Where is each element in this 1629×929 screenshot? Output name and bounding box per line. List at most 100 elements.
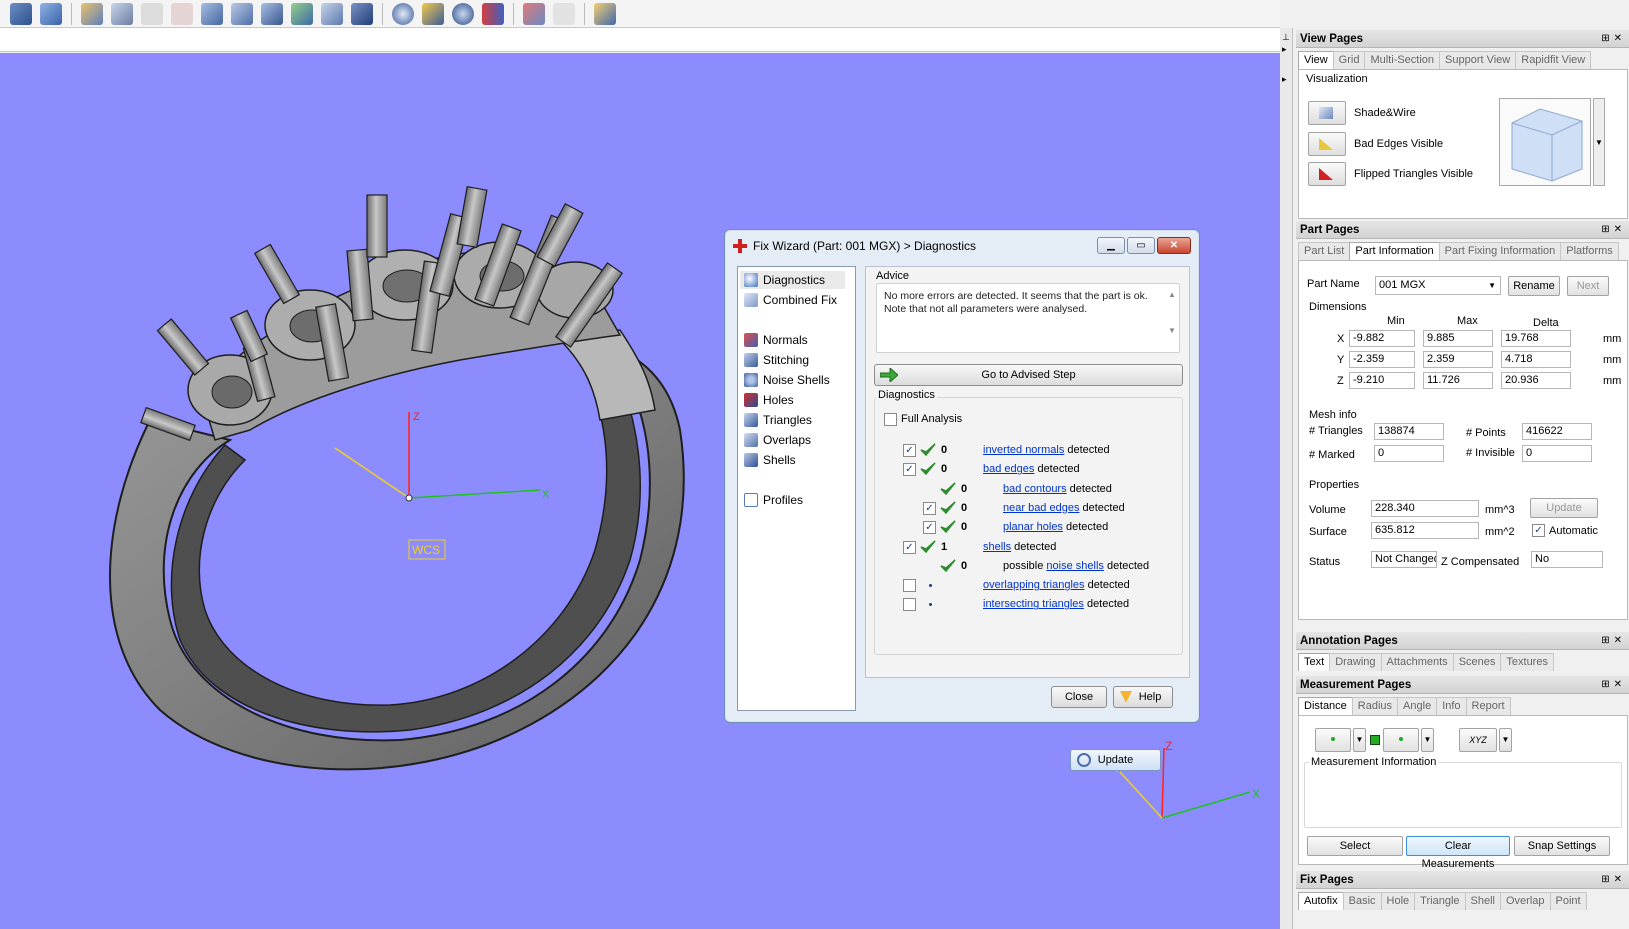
view-cube-preview[interactable] <box>1499 98 1591 186</box>
nav-item-combined-fix[interactable]: Combined Fix <box>744 291 837 309</box>
point-a-button[interactable] <box>1315 728 1351 752</box>
tab-part-fixing-information[interactable]: Part Fixing Information <box>1438 242 1562 260</box>
tab-radius[interactable]: Radius <box>1351 697 1399 715</box>
tab-autofix[interactable]: Autofix <box>1298 892 1344 910</box>
diagnostic-link[interactable]: overlapping triangles <box>983 579 1085 591</box>
tab-support-view[interactable]: Support View <box>1439 51 1517 69</box>
arrow-right-icon[interactable]: ▸ <box>1282 44 1287 55</box>
tab-overlap[interactable]: Overlap <box>1499 892 1551 910</box>
tab-view[interactable]: View <box>1298 51 1334 69</box>
tab-text[interactable]: Text <box>1298 653 1331 671</box>
panel-controls[interactable]: ⊞✕ <box>1601 632 1626 650</box>
cube-view-icon[interactable] <box>594 2 616 25</box>
select-button[interactable]: Select <box>1307 836 1403 856</box>
link-tool-icon[interactable] <box>482 2 504 25</box>
diagnostic-checkbox[interactable]: ✓ <box>903 540 916 554</box>
tab-shell[interactable]: Shell <box>1464 892 1501 910</box>
view-cube-dropdown[interactable]: ▼ <box>1593 98 1605 186</box>
diagnostic-link[interactable]: shells <box>983 541 1011 553</box>
cube-tool-icon[interactable] <box>351 2 373 25</box>
tab-rapidfit-view[interactable]: Rapidfit View <box>1515 51 1592 69</box>
tab-triangle[interactable]: Triangle <box>1414 892 1466 910</box>
panel-controls[interactable]: ⊞✕ <box>1601 221 1626 239</box>
measure-tool-icon[interactable] <box>523 2 545 25</box>
tab-point[interactable]: Point <box>1549 892 1587 910</box>
nav-item-normals[interactable]: Normals <box>744 331 808 349</box>
point-b-button[interactable] <box>1383 728 1419 752</box>
layer-tool-icon[interactable] <box>231 2 253 25</box>
tab-grid[interactable]: Grid <box>1332 51 1366 69</box>
diagnostic-link[interactable]: near bad edges <box>1003 502 1079 514</box>
bad-edges-visible-button[interactable] <box>1308 132 1346 156</box>
shade-wire-button[interactable] <box>1308 101 1346 125</box>
tab-angle[interactable]: Angle <box>1397 697 1438 715</box>
arrow-right-icon[interactable]: ▸ <box>1282 74 1287 85</box>
go-to-advised-step-button[interactable]: Go to Advised Step <box>874 364 1183 386</box>
diagnostic-checkbox[interactable] <box>903 579 916 593</box>
nav-item-overlaps[interactable]: Overlaps <box>744 431 811 449</box>
flipped-triangles-visible-button[interactable] <box>1308 162 1346 186</box>
nav-item-profiles[interactable]: Profiles <box>744 491 803 509</box>
diagnostic-link[interactable]: noise shells <box>1046 560 1103 572</box>
maximize-button[interactable]: ▭ <box>1127 237 1155 254</box>
pin-icon[interactable]: ⊥ <box>1282 32 1290 43</box>
open-part-icon[interactable] <box>40 2 62 25</box>
xyz-dropdown[interactable]: ▼ <box>1499 728 1512 752</box>
nav-item-stitching[interactable]: Stitching <box>744 351 809 369</box>
tab-hole[interactable]: Hole <box>1380 892 1416 910</box>
dimension-delta-field[interactable]: 20.936 <box>1501 372 1571 389</box>
dimension-delta-field[interactable]: 4.718 <box>1501 351 1571 368</box>
help-button[interactable]: Help <box>1113 686 1173 708</box>
diagnostic-link[interactable]: inverted normals <box>983 444 1064 456</box>
wizard-icon[interactable] <box>81 2 103 25</box>
diagnostic-checkbox[interactable]: ✓ <box>903 463 916 477</box>
full-analysis-checkbox[interactable] <box>884 413 897 426</box>
close-window-button[interactable]: ✕ <box>1157 237 1191 254</box>
new-part-icon[interactable] <box>10 2 32 25</box>
extrude-tool-icon[interactable] <box>291 2 313 25</box>
nav-item-shells[interactable]: Shells <box>744 451 796 469</box>
point-a-dropdown[interactable]: ▼ <box>1353 728 1366 752</box>
panel-controls[interactable]: ⊞✕ <box>1601 676 1626 694</box>
diagnostic-link[interactable]: bad edges <box>983 463 1034 475</box>
update-properties-button[interactable]: Update <box>1530 498 1598 518</box>
panel-controls[interactable]: ⊞✕ <box>1601 30 1626 48</box>
box-tool-icon[interactable] <box>201 2 223 25</box>
tab-report[interactable]: Report <box>1465 697 1511 715</box>
dimension-max-field[interactable]: 11.726 <box>1423 372 1493 389</box>
dimension-min-field[interactable]: -2.359 <box>1349 351 1415 368</box>
nav-item-noise-shells[interactable]: Noise Shells <box>744 371 830 389</box>
surface-tool-icon[interactable] <box>321 2 343 25</box>
tab-basic[interactable]: Basic <box>1342 892 1382 910</box>
tab-multi-section[interactable]: Multi-Section <box>1364 51 1441 69</box>
tab-distance[interactable]: Distance <box>1298 697 1353 715</box>
diagnostic-checkbox[interactable]: ✓ <box>923 501 936 515</box>
update-button[interactable]: Update <box>1070 749 1161 771</box>
advice-scrollbar[interactable]: ▲ ▼ <box>1167 290 1177 342</box>
tab-part-list[interactable]: Part List <box>1298 242 1351 260</box>
dimension-max-field[interactable]: 2.359 <box>1423 351 1493 368</box>
nav-item-triangles[interactable]: Triangles <box>744 411 812 429</box>
diagnostic-link[interactable]: intersecting triangles <box>983 598 1084 610</box>
rename-button[interactable]: Rename <box>1508 276 1560 296</box>
dimension-min-field[interactable]: -9.210 <box>1349 372 1415 389</box>
automatic-checkbox[interactable]: ✓ <box>1532 524 1545 537</box>
xyz-button[interactable]: XYZ <box>1459 728 1497 752</box>
diagnostic-checkbox[interactable]: ✓ <box>903 444 916 457</box>
diagnostic-link[interactable]: bad contours <box>1003 483 1067 495</box>
dimension-max-field[interactable]: 9.885 <box>1423 330 1493 347</box>
panel-controls[interactable]: ⊞✕ <box>1601 871 1626 889</box>
diagnostic-checkbox[interactable]: ✓ <box>923 521 936 535</box>
tab-scenes[interactable]: Scenes <box>1452 653 1502 671</box>
snap-settings-button[interactable]: Snap Settings <box>1514 836 1610 856</box>
dialog-titlebar[interactable]: Fix Wizard (Part: 001 MGX) > Diagnostics <box>733 236 976 256</box>
clear-measurements-button[interactable]: Clear Measurements <box>1406 836 1510 870</box>
tab-platforms[interactable]: Platforms <box>1560 242 1619 260</box>
globe-tool-icon[interactable] <box>452 2 474 25</box>
tab-textures[interactable]: Textures <box>1500 653 1554 671</box>
sphere-tool-icon[interactable] <box>392 2 414 25</box>
shape-tool-icon[interactable] <box>261 2 283 25</box>
dimension-delta-field[interactable]: 19.768 <box>1501 330 1571 347</box>
fix-tool-icon[interactable] <box>422 2 444 25</box>
nav-item-diagnostics[interactable]: Diagnostics <box>740 271 845 289</box>
